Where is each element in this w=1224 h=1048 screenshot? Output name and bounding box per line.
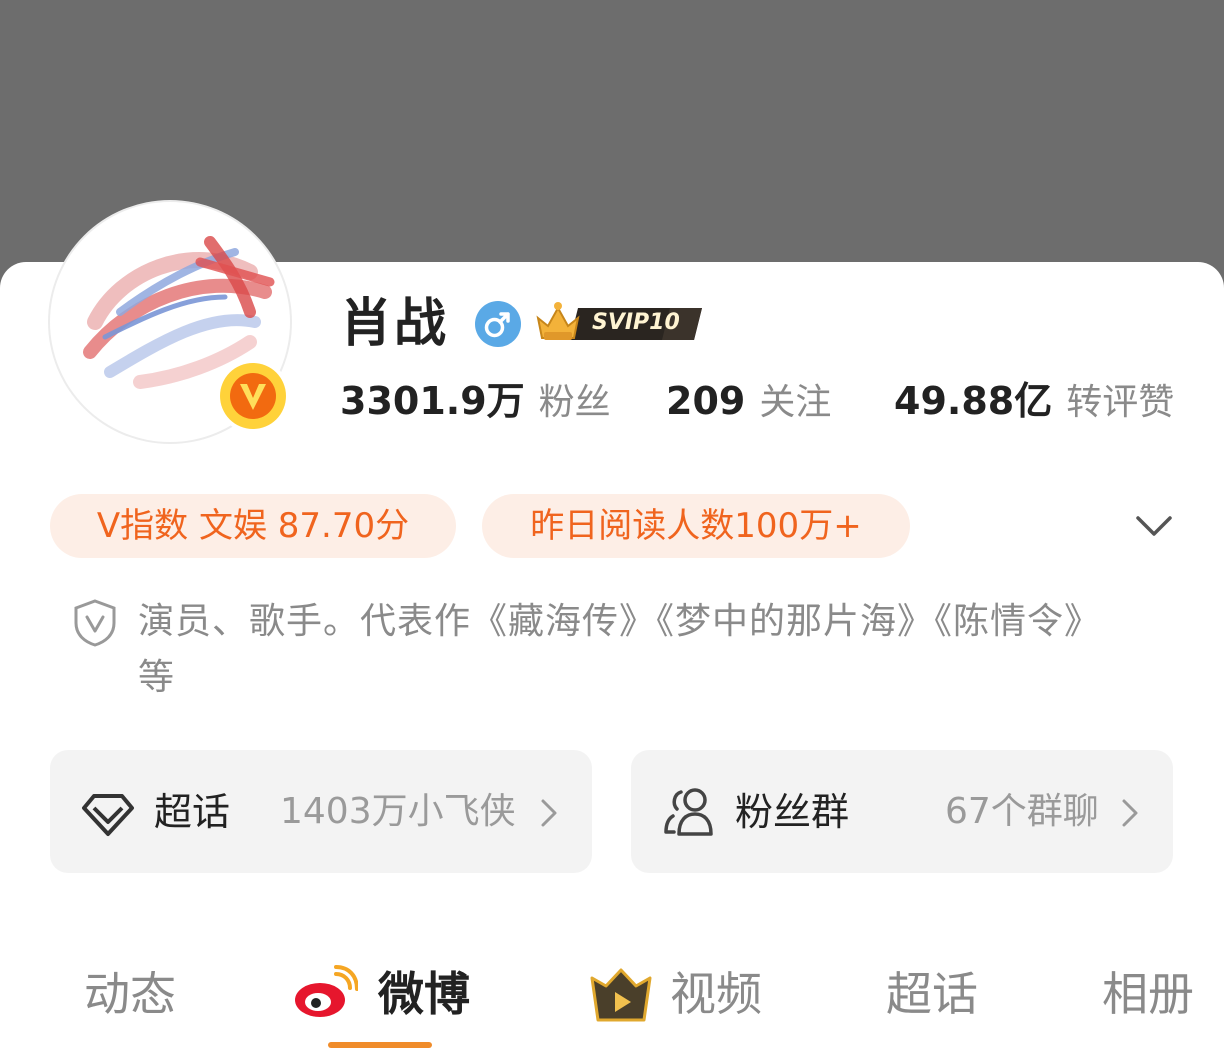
tab-posts[interactable]: 动态 bbox=[84, 964, 176, 1024]
chevron-right-icon bbox=[1122, 799, 1138, 827]
stat-followers-label: 粉丝 bbox=[538, 382, 611, 423]
weibo-logo-icon bbox=[295, 965, 358, 1017]
tab-album[interactable]: 相册 bbox=[1102, 964, 1194, 1024]
profile-bio: 演员、歌手。代表作《藏海传》《梦中的那片海》《陈情令》等 bbox=[138, 601, 1084, 698]
stat-following-label: 关注 bbox=[759, 382, 832, 423]
video-icon bbox=[590, 968, 652, 1022]
shield-v-icon bbox=[74, 599, 116, 647]
fan-group-subtitle: 67个群聊 bbox=[945, 791, 1099, 832]
stat-following[interactable]: 209 关注 bbox=[666, 376, 831, 434]
svip-level-label: SVIP10 bbox=[592, 310, 680, 335]
stat-interactions-label: 转评赞 bbox=[1066, 382, 1175, 423]
chevron-right-icon bbox=[541, 799, 557, 827]
stat-interactions[interactable]: 49.88亿 转评赞 bbox=[894, 376, 1174, 434]
tab-supertopic[interactable]: 超话 bbox=[886, 964, 978, 1024]
fan-group-title: 粉丝群 bbox=[735, 790, 850, 834]
gender-male-icon bbox=[475, 301, 521, 347]
active-tab-indicator bbox=[328, 1042, 432, 1048]
supertopic-entry[interactable]: 超话 1403万小飞侠 bbox=[50, 750, 592, 873]
reads-tag[interactable]: 昨日阅读人数100万+ bbox=[482, 494, 910, 558]
diamond-icon bbox=[82, 794, 134, 836]
stat-followers[interactable]: 3301.9万 粉丝 bbox=[340, 376, 611, 434]
profile-name: 肖战 bbox=[340, 294, 449, 354]
v-index-tag[interactable]: V指数 文娱 87.70分 bbox=[50, 494, 456, 558]
orange-v-verified-icon bbox=[220, 363, 286, 429]
supertopic-title: 超话 bbox=[154, 790, 231, 834]
chevron-down-icon[interactable] bbox=[1134, 508, 1174, 544]
supertopic-subtitle: 1403万小飞侠 bbox=[280, 791, 516, 832]
stat-interactions-value: 49.88亿 bbox=[894, 379, 1053, 423]
fan-group-entry[interactable]: 粉丝群 67个群聊 bbox=[631, 750, 1173, 873]
stat-following-value: 209 bbox=[666, 379, 746, 423]
people-icon bbox=[664, 788, 713, 836]
stat-followers-value: 3301.9万 bbox=[340, 379, 525, 423]
tab-weibo[interactable]: 微博 bbox=[378, 964, 470, 1024]
tab-video[interactable]: 视频 bbox=[670, 964, 762, 1024]
